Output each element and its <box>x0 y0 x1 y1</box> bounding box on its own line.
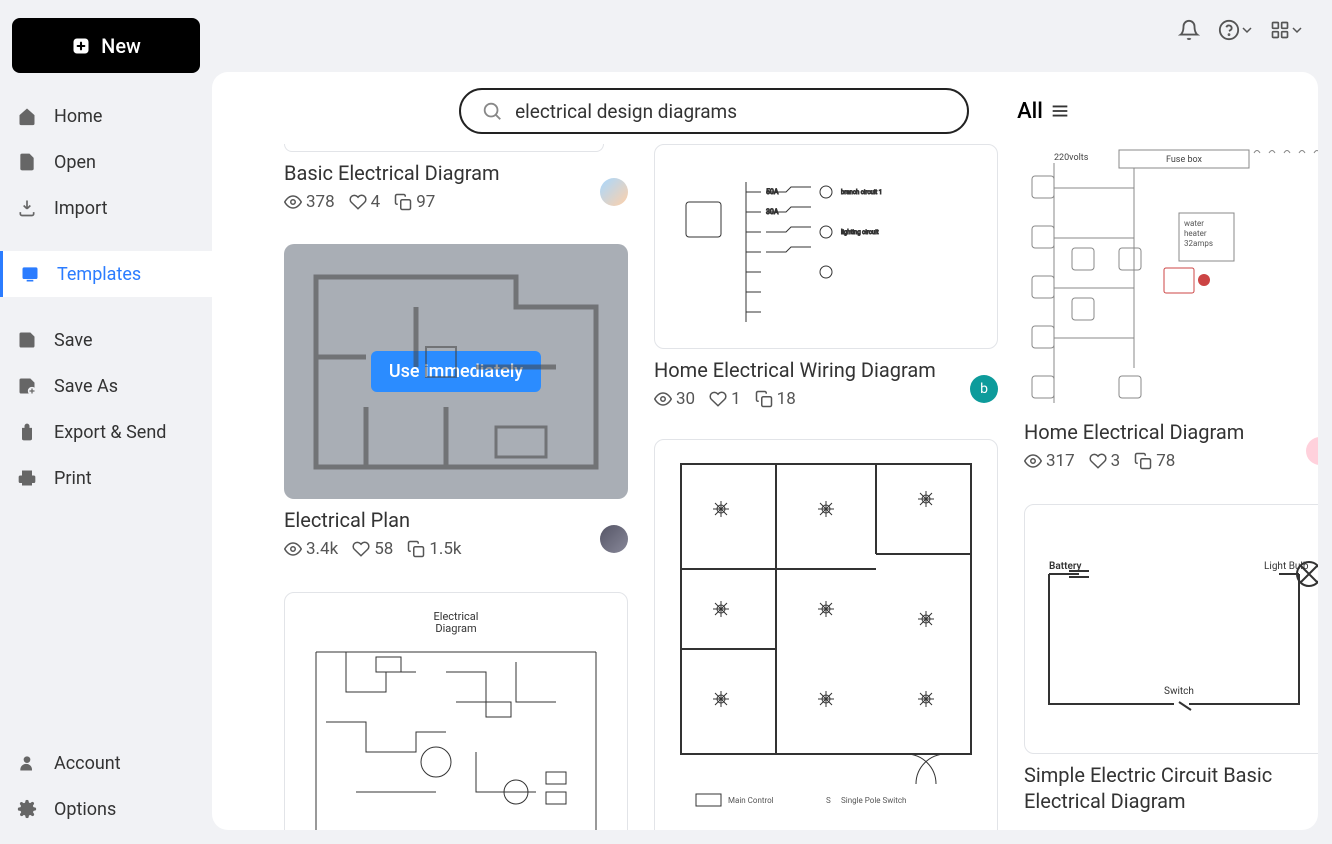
menu-icon <box>1049 100 1071 122</box>
svg-text:branch circuit 1: branch circuit 1 <box>841 189 882 196</box>
plus-icon <box>71 36 91 56</box>
copy-icon <box>755 390 773 408</box>
template-card: Battery Light Bulb Switch Simple Electri… <box>1024 504 1318 814</box>
sidebar-item-home[interactable]: Home <box>0 93 212 139</box>
copy-icon <box>407 540 425 558</box>
copy-icon <box>1134 452 1152 470</box>
card-thumbnail[interactable]: 220volts Fuse box w <box>1024 144 1318 411</box>
svg-text:Diagram: Diagram <box>435 622 476 635</box>
sidebar-item-label: Save <box>54 330 93 351</box>
svg-text:Fuse box: Fuse box <box>1166 155 1203 165</box>
heart-icon <box>709 390 727 408</box>
sidebar-item-label: Print <box>54 468 92 489</box>
search-box[interactable] <box>459 88 969 134</box>
card-thumbnail[interactable]: Battery Light Bulb Switch <box>1024 504 1318 754</box>
print-icon <box>16 467 38 489</box>
card-meta: 30 1 18 b <box>654 389 998 409</box>
sidebar-item-templates[interactable]: Templates <box>0 251 212 297</box>
filter-label: All <box>1017 99 1043 124</box>
template-card: Electrical Diagram <box>284 592 628 830</box>
copy-icon <box>394 193 412 211</box>
import-icon <box>16 197 38 219</box>
template-card: Basic Electrical Diagram 378 4 97 <box>284 144 628 212</box>
search-input[interactable] <box>515 100 947 123</box>
svg-text:Switch: Switch <box>1164 686 1194 697</box>
sidebar-item-export[interactable]: Export & Send <box>0 409 212 455</box>
eye-icon <box>284 540 302 558</box>
svg-text:S: S <box>826 796 831 805</box>
saveas-icon <box>16 375 38 397</box>
sidebar-item-saveas[interactable]: Save As <box>0 363 212 409</box>
heart-icon <box>1089 452 1107 470</box>
file-icon <box>16 151 38 173</box>
templates-icon <box>19 263 41 285</box>
search-icon <box>481 100 503 122</box>
sidebar-item-label: Import <box>54 198 107 219</box>
user-icon <box>16 752 38 774</box>
avatar[interactable] <box>600 178 628 206</box>
new-button[interactable]: New <box>12 18 200 73</box>
sidebar-item-label: Save As <box>54 376 118 397</box>
svg-text:water: water <box>1184 219 1204 228</box>
card-meta: 378 4 97 <box>284 192 628 212</box>
card-thumbnail[interactable]: Main Control S Single Pole Switch <box>654 439 998 830</box>
template-card: Main Control S Single Pole Switch <box>654 439 998 830</box>
filter-all[interactable]: All <box>1017 99 1071 124</box>
svg-text:Battery: Battery <box>1049 561 1082 572</box>
sidebar: New Home Open Import Templates Save Save… <box>0 0 212 844</box>
svg-text:Light Bulb: Light Bulb <box>1264 561 1309 572</box>
sidebar-item-import[interactable]: Import <box>0 185 212 231</box>
sidebar-item-label: Export & Send <box>54 422 166 443</box>
card-thumbnail[interactable]: 50A 30A branch circuit 1 lighting circui… <box>654 144 998 349</box>
card-thumbnail[interactable]: Use immediately <box>284 244 628 499</box>
sidebar-item-open[interactable]: Open <box>0 139 212 185</box>
svg-text:Main Control: Main Control <box>728 796 774 805</box>
new-label: New <box>101 34 141 58</box>
sidebar-item-label: Home <box>54 106 102 127</box>
svg-text:32amps: 32amps <box>1184 239 1213 248</box>
card-title: Electrical Plan <box>284 507 628 533</box>
eye-icon <box>284 193 302 211</box>
save-icon <box>16 329 38 351</box>
bell-icon[interactable] <box>1178 19 1200 41</box>
card-title: Home Electrical Diagram <box>1024 419 1318 445</box>
sidebar-item-options[interactable]: Options <box>0 786 212 832</box>
template-card: 50A 30A branch circuit 1 lighting circui… <box>654 144 998 409</box>
card-thumbnail[interactable]: Electrical Diagram <box>284 592 628 830</box>
gear-icon <box>16 798 38 820</box>
sidebar-item-print[interactable]: Print <box>0 455 212 501</box>
svg-text:heater: heater <box>1184 229 1207 238</box>
sidebar-item-label: Open <box>54 152 96 173</box>
sidebar-item-label: Options <box>54 799 116 820</box>
card-title: Home Electrical Wiring Diagram <box>654 357 998 383</box>
sidebar-item-label: Templates <box>57 264 141 285</box>
svg-text:lighting circuit: lighting circuit <box>841 229 879 236</box>
card-title: Basic Electrical Diagram <box>284 160 628 186</box>
eye-icon <box>654 390 672 408</box>
apps-icon[interactable] <box>1270 20 1302 40</box>
sidebar-item-save[interactable]: Save <box>0 317 212 363</box>
heart-icon <box>349 193 367 211</box>
card-meta: 317 3 78 <box>1024 451 1318 471</box>
svg-text:220volts: 220volts <box>1054 153 1089 163</box>
svg-text:Single Pole Switch: Single Pole Switch <box>841 796 906 805</box>
avatar[interactable]: b <box>970 375 998 403</box>
heart-icon <box>352 540 370 558</box>
template-card: Use immediately Electrical Plan 3.4k 58 … <box>284 244 628 559</box>
home-icon <box>16 105 38 127</box>
sidebar-item-label: Account <box>54 753 121 774</box>
avatar[interactable] <box>600 525 628 553</box>
eye-icon <box>1024 452 1042 470</box>
main-panel: All Basic Electrical Diagram 378 4 97 <box>212 72 1318 830</box>
card-meta: 3.4k 58 1.5k <box>284 539 628 559</box>
help-icon[interactable] <box>1218 19 1252 41</box>
card-title: Simple Electric Circuit Basic Electrical… <box>1024 762 1318 814</box>
sidebar-item-account[interactable]: Account <box>0 740 212 786</box>
export-icon <box>16 421 38 443</box>
template-card: 220volts Fuse box w <box>1024 144 1318 471</box>
